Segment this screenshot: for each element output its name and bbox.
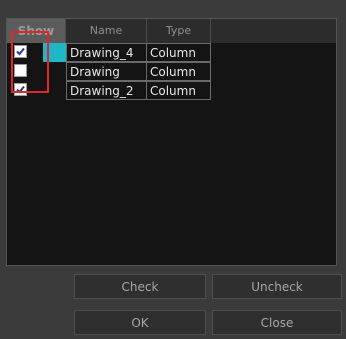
table-row[interactable]: Drawing_2 Column: [7, 81, 211, 100]
check-button[interactable]: Check: [74, 274, 206, 299]
show-checkbox[interactable]: [14, 83, 27, 96]
table-row[interactable]: Drawing_4 Column: [7, 43, 211, 62]
show-cell: [7, 43, 66, 62]
show-cell: [7, 81, 66, 100]
checkmark-icon: [16, 85, 25, 94]
ok-button[interactable]: OK: [74, 310, 206, 335]
row-name: Drawing_4: [66, 43, 147, 62]
row-selection-indicator: [43, 43, 66, 62]
column-header-type[interactable]: Type: [147, 19, 211, 43]
row-type: Column: [147, 43, 211, 62]
uncheck-button[interactable]: Uncheck: [212, 274, 342, 299]
column-header-show[interactable]: Show: [7, 19, 66, 43]
row-type: Column: [147, 62, 211, 81]
columns-table: Show Name Type Drawing_4 Column Drawing: [6, 18, 337, 266]
close-button[interactable]: Close: [212, 310, 342, 335]
row-type: Column: [147, 81, 211, 100]
row-name: Drawing_2: [66, 81, 147, 100]
row-name: Drawing: [66, 62, 147, 81]
column-header-empty: [211, 19, 336, 43]
show-columns-dialog: Show Name Type Drawing_4 Column Drawing: [0, 0, 346, 339]
show-checkbox[interactable]: [14, 64, 27, 77]
column-header-name[interactable]: Name: [66, 19, 147, 43]
table-row[interactable]: Drawing Column: [7, 62, 211, 81]
table-header: Show Name Type: [7, 19, 336, 43]
show-cell: [7, 62, 66, 81]
show-checkbox[interactable]: [14, 45, 27, 58]
checkmark-icon: [16, 47, 25, 56]
